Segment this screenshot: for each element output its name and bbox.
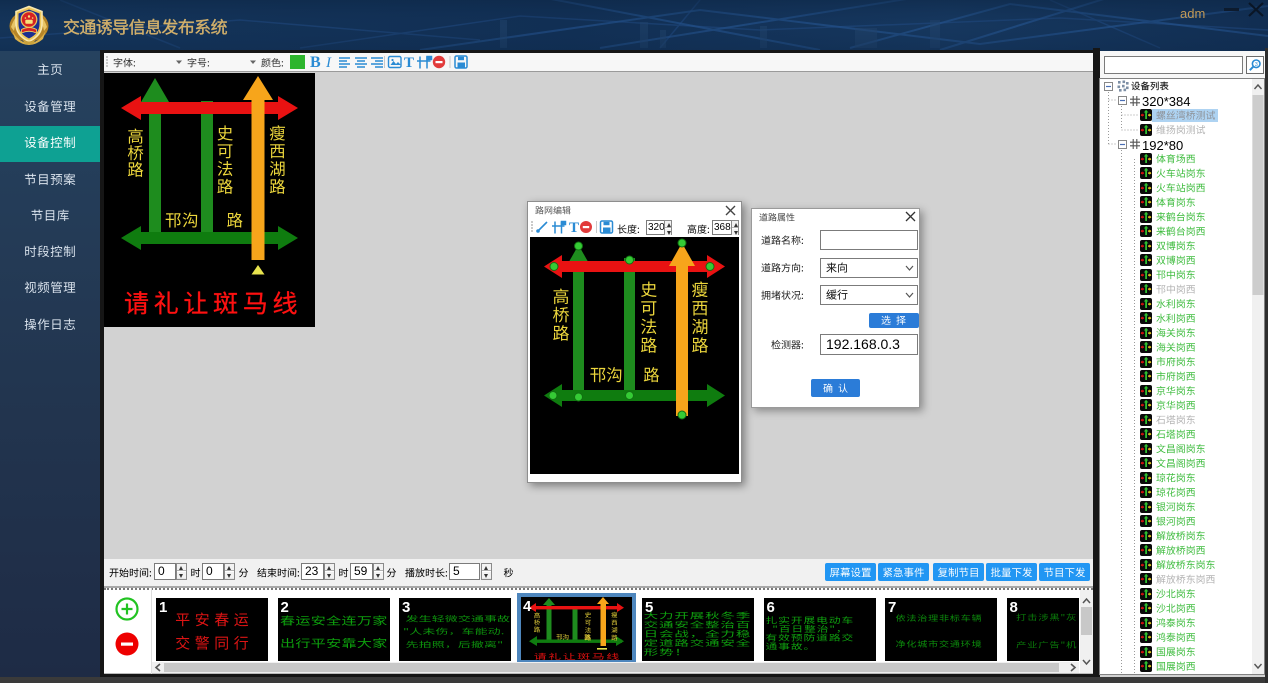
svg-text:3: 3 xyxy=(1255,62,1258,68)
svg-text:I: I xyxy=(325,55,332,71)
svg-text:T: T xyxy=(569,220,579,236)
svg-text:T: T xyxy=(404,55,414,71)
svg-text:B: B xyxy=(310,54,321,71)
